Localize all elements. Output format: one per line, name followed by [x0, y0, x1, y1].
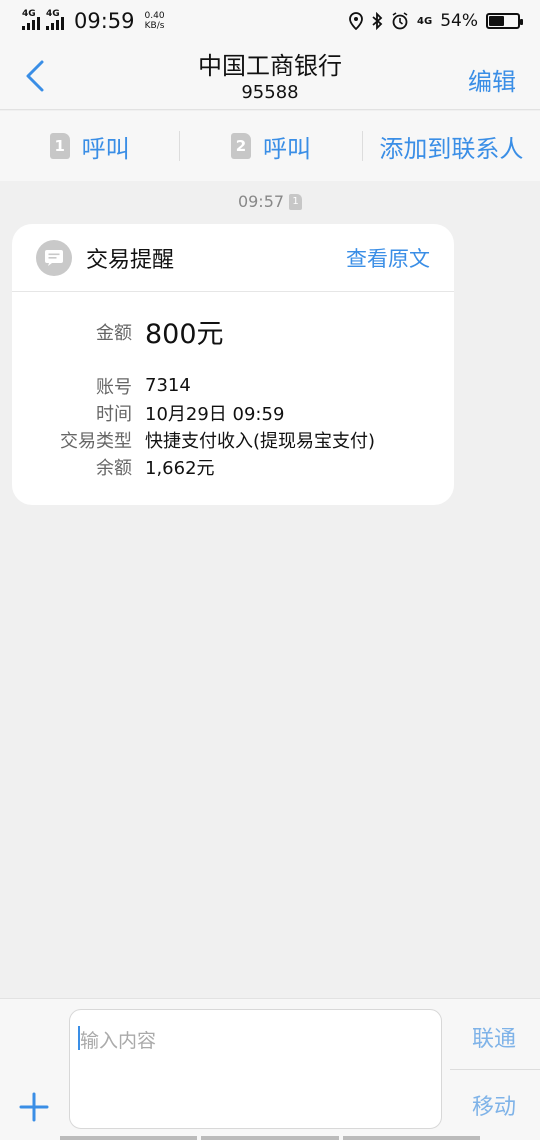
edit-button[interactable]: 编辑 [468, 62, 516, 97]
card-header: 交易提醒 查看原文 [12, 224, 454, 292]
signal-icon-1: 4G [22, 9, 40, 30]
send-unicom-button[interactable]: 联通 [472, 1021, 516, 1053]
battery-icon [486, 13, 523, 29]
detail-rows: 账号 7314 时间 10月29日 09:59 交易类型 快捷支付收入(提现易宝… [12, 372, 454, 480]
message-input[interactable]: 输入内容 [69, 1009, 442, 1129]
detail-label: 交易类型 [60, 430, 132, 452]
home-indicator [60, 1136, 480, 1140]
detail-label: 余额 [96, 457, 132, 479]
call-sim2-label: 呼叫 [262, 134, 311, 163]
message-composer: 输入内容 联通 移动 [0, 998, 540, 1140]
detail-label: 账号 [96, 376, 132, 398]
network-speed: 0.40 KB/s [145, 11, 165, 31]
message-timestamp: 09:57 1 [0, 192, 540, 211]
amount-value: 800元 [145, 319, 224, 350]
signal-icon-2: 4G [46, 9, 64, 30]
detail-value: 快捷支付收入(提现易宝支付) [145, 430, 376, 452]
speed-unit: KB/s [144, 21, 165, 31]
detail-value: 10月29日 09:59 [145, 403, 285, 425]
contact-name: 中国工商银行 [198, 52, 342, 80]
status-time: 09:59 [74, 9, 135, 33]
status-bar: 4G 4G 09:59 0.40 KB/s 4G 54% [0, 0, 540, 42]
conversation-header: 中国工商银行 95588 编辑 [0, 42, 540, 110]
alarm-icon [392, 12, 408, 30]
call-sim2-button[interactable]: 2 呼叫 [180, 111, 361, 181]
detail-value: 7314 [145, 375, 191, 396]
action-bar: 1 呼叫 2 呼叫 添加到联系人 [0, 111, 540, 181]
contact-number: 95588 [241, 82, 299, 103]
network-type-1: 4G [22, 9, 36, 19]
message-input-placeholder: 输入内容 [80, 1030, 157, 1052]
detail-row-time: 时间 10月29日 09:59 [12, 399, 454, 426]
bluetooth-icon [372, 12, 383, 30]
battery-percent: 54% [440, 11, 478, 31]
amount-row: 金额 800元 [12, 312, 454, 351]
call-sim1-button[interactable]: 1 呼叫 [0, 111, 179, 181]
detail-row-account: 账号 7314 [12, 372, 454, 399]
send-divider [450, 1069, 540, 1070]
detail-value: 1,662元 [145, 457, 215, 479]
timestamp-text: 09:57 [237, 192, 285, 211]
battery-fill [489, 16, 505, 26]
detail-label: 时间 [96, 403, 132, 425]
view-original-link[interactable]: 查看原文 [346, 243, 430, 273]
sim2-icon: 2 [230, 133, 251, 159]
network-type-2: 4G [46, 9, 60, 19]
sim-indicator-icon: 1 [289, 193, 303, 210]
plus-icon[interactable] [18, 1091, 50, 1123]
detail-row-type: 交易类型 快捷支付收入(提现易宝支付) [12, 426, 454, 453]
card-title: 交易提醒 [86, 247, 175, 273]
message-icon [36, 239, 72, 276]
sim1-icon: 1 [49, 133, 70, 159]
detail-row-balance: 余额 1,662元 [12, 453, 454, 480]
send-mobile-button[interactable]: 移动 [472, 1089, 516, 1121]
speed-value: 0.40 [144, 11, 165, 21]
amount-label: 金额 [96, 322, 132, 344]
header-title-block: 中国工商银行 95588 [0, 50, 540, 104]
network-type-3: 4G [417, 15, 433, 27]
transaction-message-card[interactable]: 交易提醒 查看原文 金额 800元 账号 7314 时间 10月29日 09:5… [12, 224, 454, 505]
add-contact-button[interactable]: 添加到联系人 [363, 111, 540, 181]
call-sim1-label: 呼叫 [81, 134, 130, 163]
location-icon [349, 12, 363, 30]
